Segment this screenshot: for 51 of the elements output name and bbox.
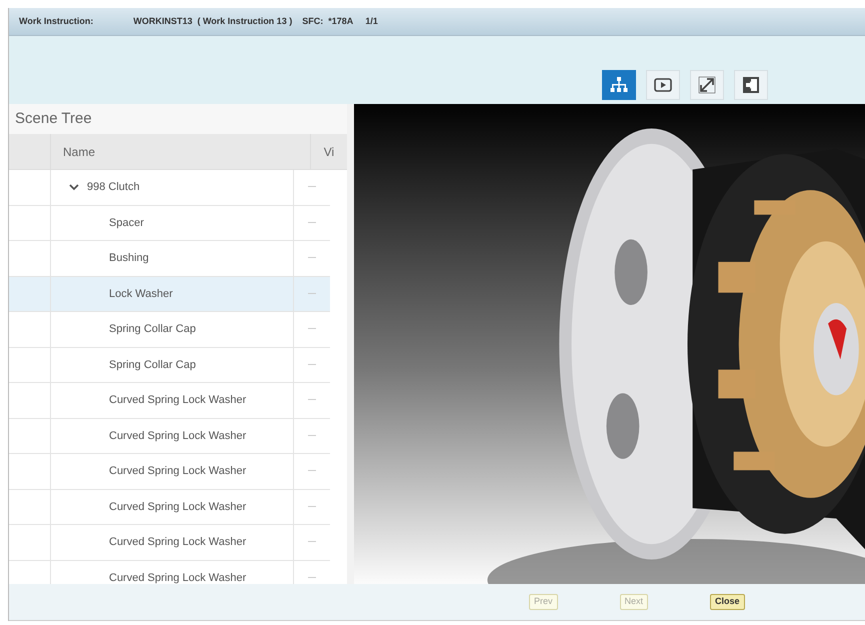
tree-item-label: Curved Spring Lock Washer: [109, 428, 246, 444]
tree-item-label: Curved Spring Lock Washer: [109, 464, 246, 479]
visibility-icon[interactable]: [308, 506, 316, 508]
tree-item-label: Spring Collar Cap: [109, 322, 196, 337]
visibility-icon[interactable]: [308, 541, 316, 544]
tree-row[interactable]: Curved Spring Lock Washer: [9, 490, 330, 525]
tree-item-label: Spring Collar Cap: [109, 358, 196, 372]
visibility-icon[interactable]: [308, 222, 316, 224]
tree-row[interactable]: Curved Spring Lock Washer: [9, 525, 330, 560]
visibility-icon[interactable]: [308, 434, 316, 437]
tree-item-label: Bushing: [109, 251, 149, 266]
tree-item-label: Lock Washer: [109, 286, 173, 302]
header-value: WORKINST13 ( Work Instruction 13 ) SFC: *178A 1/1: [133, 14, 378, 28]
visibility-icon[interactable]: [308, 292, 316, 295]
visibility-icon[interactable]: [308, 470, 316, 472]
visibility-icon[interactable]: [308, 364, 316, 366]
tree-row[interactable]: Curved Spring Lock Washer: [9, 454, 330, 490]
expand-button[interactable]: [690, 70, 724, 100]
visibility-icon[interactable]: [308, 257, 316, 260]
panel-title: Scene Tree: [14, 108, 93, 129]
hierarchy-icon: [610, 77, 628, 93]
visibility-icon[interactable]: [308, 328, 316, 330]
column-header[interactable]: Name: [51, 134, 311, 169]
tree-row[interactable]: Spacer: [9, 206, 330, 241]
play-button[interactable]: [646, 70, 680, 100]
tree-row[interactable]: Spring Collar Cap: [9, 348, 330, 383]
expand-icon: [698, 76, 716, 94]
tree-item-label: 998 Clutch: [87, 180, 140, 195]
tree-row[interactable]: Spring Collar Cap: [9, 312, 330, 348]
tree-item-label: Spacer: [109, 216, 144, 230]
header-label: Work Instruction:: [19, 14, 94, 28]
tree-row[interactable]: 998 Clutch: [9, 170, 330, 206]
visibility-icon[interactable]: [308, 576, 316, 579]
visibility-icon[interactable]: [308, 186, 316, 188]
exit-button[interactable]: [734, 70, 768, 100]
tree-row[interactable]: Curved Spring Lock Washer: [9, 560, 330, 584]
visibility-icon[interactable]: [308, 399, 316, 402]
chevron-icon[interactable]: [69, 183, 79, 192]
tree-row[interactable]: Lock Washer: [9, 276, 330, 312]
tree-item-label: Curved Spring Lock Washer: [109, 535, 246, 550]
tree-row[interactable]: Curved Spring Lock Washer: [9, 383, 330, 418]
footer-button[interactable]: Close: [710, 594, 745, 610]
play-icon: [654, 77, 672, 93]
tree-button[interactable]: [602, 70, 636, 100]
exit-icon: [742, 76, 760, 94]
column-header[interactable]: Vi: [311, 134, 347, 169]
tree-item-label: Curved Spring Lock Washer: [109, 393, 246, 408]
tree-item-label: Curved Spring Lock Washer: [109, 500, 246, 514]
tree-row[interactable]: Bushing: [9, 241, 330, 276]
tree-item-label: Curved Spring Lock Washer: [109, 570, 246, 584]
tree-row[interactable]: Curved Spring Lock Washer: [9, 418, 330, 454]
